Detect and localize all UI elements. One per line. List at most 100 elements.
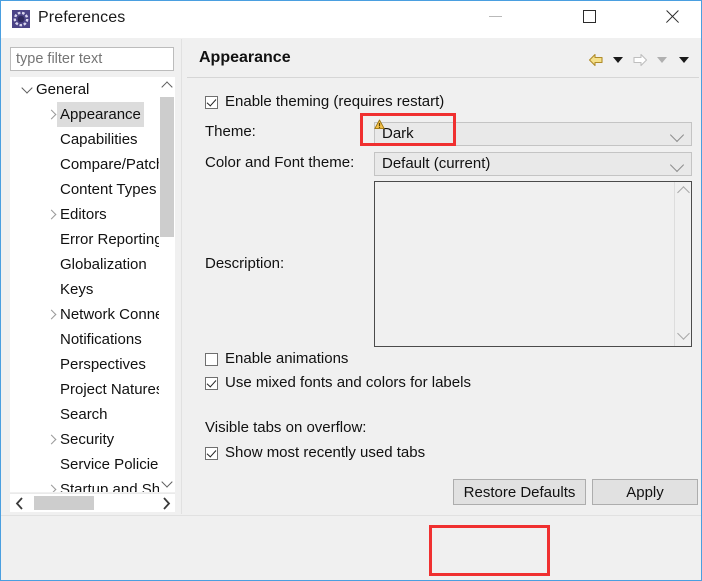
back-arrow-icon [588, 53, 603, 67]
sidebar-item-globalization[interactable]: Globalization [10, 252, 162, 277]
sidebar-item-label: Capabilities [60, 131, 138, 148]
tree-vertical-scrollbar[interactable] [159, 77, 175, 492]
scroll-left-button[interactable] [10, 494, 28, 512]
color-font-theme-combo[interactable]: Default (current) [374, 152, 692, 176]
sidebar-item-security[interactable]: Security [10, 427, 162, 452]
caret-down-icon [657, 57, 667, 63]
sidebar-item-label: Security [60, 431, 115, 448]
sidebar-item-perspectives[interactable]: Perspectives [10, 352, 162, 377]
chevron-left-icon [15, 496, 23, 510]
scroll-down-button[interactable] [159, 475, 175, 492]
chevron-right-icon [46, 309, 56, 320]
sidebar-item-editors[interactable]: Editors [10, 202, 162, 227]
scroll-up-button[interactable] [159, 77, 175, 94]
enable-theming-label: Enable theming (requires restart) [225, 93, 445, 110]
sidebar-item-label: Editors [60, 206, 107, 223]
preferences-gear-icon [12, 10, 30, 28]
tree-collapse-toggle[interactable] [20, 77, 34, 102]
sidebar-item-service-policies[interactable]: Service Policies [10, 452, 162, 477]
tree-expand-toggle[interactable] [44, 102, 58, 127]
back-button[interactable] [586, 50, 606, 70]
page-menu-button[interactable] [674, 50, 694, 70]
sidebar-item-general[interactable]: General [10, 77, 162, 102]
horizontal-scroll-thumb[interactable] [34, 496, 94, 510]
pane-divider [181, 39, 182, 514]
sidebar-item-label: General [36, 81, 90, 98]
sidebar-item-label: Network Connections [60, 306, 162, 323]
scroll-right-button[interactable] [157, 494, 175, 512]
sidebar-item-label: Startup and Shutdown [60, 481, 162, 492]
sidebar-item-label: Notifications [60, 331, 142, 348]
appearance-page: Appearance Enable theming (requires rest… [187, 41, 699, 513]
tree-expand-toggle[interactable] [44, 427, 58, 452]
sidebar-item-startup-and-shutdown[interactable]: Startup and Shutdown [10, 477, 162, 492]
chevron-down-icon [677, 327, 690, 340]
chevron-right-icon [46, 209, 56, 220]
chevron-down-icon [21, 82, 33, 94]
sidebar-item-label: Globalization [60, 256, 147, 273]
caret-down-icon [613, 57, 623, 63]
chevron-right-icon [46, 109, 56, 120]
maximize-icon [582, 9, 596, 23]
dialog-footer: ? Apply and Close Cancel [1, 516, 701, 580]
close-icon [664, 8, 680, 24]
sidebar-item-appearance[interactable]: Appearance [10, 102, 162, 127]
sidebar-item-capabilities[interactable]: Capabilities [10, 127, 162, 152]
sidebar-item-content-types[interactable]: Content Types [10, 177, 162, 202]
sidebar-item-network-connections[interactable]: Network Connections [10, 302, 162, 327]
sidebar-item-label: Perspectives [60, 356, 146, 373]
page-navigation [586, 50, 694, 70]
chevron-right-icon [46, 434, 56, 445]
description-scrollbar[interactable] [674, 182, 691, 346]
sidebar-item-compare-patch[interactable]: Compare/Patch [10, 152, 162, 177]
sidebar-item-keys[interactable]: Keys [10, 277, 162, 302]
theme-combo-value: Dark [382, 125, 414, 142]
caret-down-icon [679, 57, 689, 63]
tree-horizontal-scrollbar[interactable] [10, 493, 175, 512]
restore-defaults-button[interactable]: Restore Defaults [453, 479, 586, 505]
description-box[interactable] [374, 181, 692, 347]
sidebar-item-label: Service Policies [60, 456, 162, 473]
apply-button[interactable]: Apply [592, 479, 698, 505]
show-recent-tabs-checkbox[interactable] [205, 447, 218, 460]
forward-arrow-icon [633, 53, 648, 67]
sidebar-item-label: Content Types [60, 181, 157, 198]
chevron-up-icon [677, 186, 690, 199]
filter-input[interactable] [10, 47, 174, 71]
visible-tabs-label: Visible tabs on overflow: [205, 419, 367, 436]
page-title: Appearance [199, 49, 291, 66]
enable-animations-checkbox[interactable] [205, 353, 218, 366]
chevron-right-icon [162, 496, 170, 510]
description-label: Description: [205, 255, 285, 272]
chevron-up-icon [161, 81, 173, 93]
color-font-theme-label: Color and Font theme: [205, 154, 355, 171]
sidebar-item-error-reporting[interactable]: Error Reporting [10, 227, 162, 252]
minimize-icon [488, 15, 502, 17]
show-recent-tabs-label: Show most recently used tabs [225, 444, 426, 461]
preferences-tree[interactable]: General Appearance Capabilities Compare/Pat… [10, 77, 175, 492]
tree-expand-toggle[interactable] [44, 477, 58, 492]
tree-expand-toggle[interactable] [44, 202, 58, 227]
theme-label: Theme: [205, 123, 256, 140]
use-mixed-fonts-checkbox[interactable] [205, 377, 218, 390]
tree-scroll-thumb[interactable] [160, 97, 174, 237]
window-title: Preferences [38, 9, 126, 26]
forward-button[interactable] [630, 50, 650, 70]
tree-expand-toggle[interactable] [44, 302, 58, 327]
minimize-button[interactable] [472, 1, 518, 31]
sidebar-item-notifications[interactable]: Notifications [10, 327, 162, 352]
color-font-theme-value: Default (current) [382, 155, 491, 172]
chevron-right-icon [46, 484, 56, 492]
maximize-button[interactable] [566, 1, 612, 31]
warning-triangle-icon [374, 117, 385, 130]
enable-theming-checkbox[interactable] [205, 96, 218, 109]
sidebar-item-label: Appearance [57, 102, 144, 127]
theme-combo[interactable]: Dark [374, 119, 692, 146]
close-button[interactable] [649, 1, 695, 31]
sidebar-item-label: Project Natures [60, 381, 162, 398]
sidebar-item-project-natures[interactable]: Project Natures [10, 377, 162, 402]
forward-history-button[interactable] [652, 50, 672, 70]
sidebar-item-search[interactable]: Search [10, 402, 162, 427]
sidebar-item-label: Search [60, 406, 108, 423]
back-history-button[interactable] [608, 50, 628, 70]
